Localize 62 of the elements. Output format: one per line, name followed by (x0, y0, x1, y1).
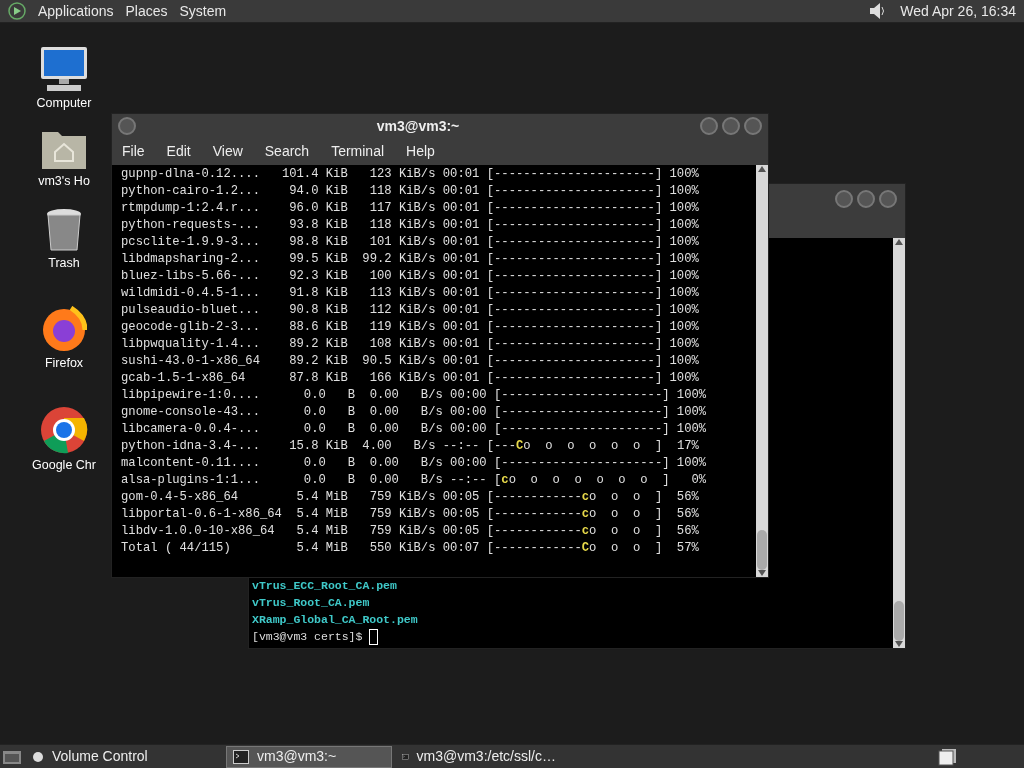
terminal-line: geocode-glib-2-3... 88.6 KiB 119 KiB/s 00:01 [----------------------] 100% (121, 319, 700, 336)
desktop-icon-label[interactable]: Firefox (44, 354, 84, 373)
terminal-line: malcontent-0.11.... 0.0 B 0.00 B/s 00:00 [----------------------] 100% (121, 455, 708, 472)
window-controls-icon[interactable] (698, 117, 764, 135)
scrollbar-thumb[interactable] (757, 530, 767, 570)
desktop-icon-label[interactable]: vm3's Ho (38, 172, 90, 191)
desktop-icon-label[interactable]: Computer (36, 94, 92, 113)
menu-item[interactable]: Search (264, 141, 310, 162)
scrollbar[interactable] (756, 165, 768, 577)
panel-menu[interactable]: Places (125, 0, 168, 22)
trash-icon (45, 208, 83, 252)
file-name: XRamp_Global_CA_Root.pem (252, 612, 419, 628)
terminal-line: gupnp-dlna-0.12.... 101.4 KiB 123 KiB/s 00:01 [----------------------] 100% (121, 166, 700, 183)
taskbar-button[interactable]: vm3@vm3:/etc/ssl/c… (396, 745, 562, 768)
terminal-line: libportal-0.6-1-x86_64 5.4 MiB 759 KiB/s 00:05 [------------co o o ] 56% (121, 506, 700, 523)
menu-item[interactable]: View (212, 141, 243, 162)
cursor (369, 628, 379, 645)
terminal-line: libpwquality-1.4... 89.2 KiB 108 KiB/s 00:01 [----------------------] 100% (121, 336, 700, 353)
menu-item[interactable]: Terminal (331, 141, 385, 162)
terminal-line: Total ( 44/115) 5.4 MiB 550 KiB/s 00:07 [------------Co o o ] 57% (121, 540, 700, 557)
terminal-line: libdv-1.0.0-10-x86_64 5.4 MiB 759 KiB/s 00:05 [------------co o o ] 56% (121, 523, 700, 540)
terminal-line: python-idna-3.4-... 15.8 KiB 4.00 B/s --:-- [---Co o o o o o ] 17% (121, 438, 700, 455)
desktop-icon-label[interactable]: Google Chr (32, 456, 96, 475)
file-name: vTrus_ECC_Root_CA.pem (252, 578, 398, 594)
taskbar-button[interactable]: vm3@vm3:~ (226, 745, 392, 768)
terminal-line: sushi-43.0-1-x86_64 89.2 KiB 90.5 KiB/s 00:01 [----------------------] 100% (121, 353, 700, 370)
computer-icon (39, 46, 89, 92)
terminal-line: python-cairo-1.2... 94.0 KiB 118 KiB/s 00:01 [----------------------] 100% (121, 183, 700, 200)
clock[interactable]: Wed Apr 26, 16:34 (900, 0, 1016, 22)
terminal-line: gcab-1.5-1-x86_64 87.8 KiB 166 KiB/s 00:01 [----------------------] 100% (121, 370, 700, 387)
terminal-line: alsa-plugins-1:1... 0.0 B 0.00 B/s --:-- [co o o o o o o ] 0% (121, 472, 708, 489)
window-title: vm3@vm3:~ (375, 116, 461, 136)
terminal-line: bluez-libs-5.66-... 92.3 KiB 100 KiB/s 00:01 [----------------------] 100% (121, 268, 700, 285)
taskbar-button[interactable]: Volume Control (26, 745, 222, 768)
firefox-icon (41, 306, 87, 352)
workspace-icon[interactable] (938, 747, 958, 766)
terminal-line: pulseaudio-bluet... 90.8 KiB 112 KiB/s 00:01 [----------------------] 100% (121, 302, 700, 319)
file-name: vTrus_Root_CA.pem (252, 595, 371, 611)
terminal-line: gnome-console-43... 0.0 B 0.00 B/s 00:00 [----------------------] 100% (121, 404, 708, 421)
menu-item[interactable]: Help (406, 141, 435, 162)
terminal-line: rtmpdump-1:2.4.r... 96.0 KiB 117 KiB/s 00:01 [----------------------] 100% (121, 200, 700, 217)
window-controls-icon[interactable] (833, 190, 899, 208)
terminal-line: libpipewire-1:0.... 0.0 B 0.00 B/s 00:00 [----------------------] 100% (121, 387, 708, 404)
chrome-icon (40, 406, 88, 454)
panel-menu[interactable]: System (179, 0, 227, 22)
scroll-up-icon[interactable] (895, 239, 903, 245)
menu-item[interactable]: Edit (166, 141, 191, 162)
shell-prompt: [vm3@vm3 certs]$ (252, 629, 364, 645)
menu-item[interactable]: File (122, 141, 145, 162)
terminal-line: wildmidi-0.4.5-1... 91.8 KiB 113 KiB/s 00:01 [----------------------] 100% (121, 285, 700, 302)
terminal-icon (233, 749, 249, 764)
terminal-line: pcsclite-1.9.9-3... 98.8 KiB 101 KiB/s 00:01 [----------------------] 100% (121, 234, 700, 251)
desktop-icon-label[interactable]: Trash (48, 254, 80, 273)
scrollbar-thumb[interactable] (894, 601, 904, 641)
panel-menu[interactable]: Applications (38, 0, 114, 22)
terminal-line: libdmapsharing-2... 99.5 KiB 99.2 KiB/s 00:01 [----------------------] 100% (121, 251, 700, 268)
terminal-line: python-requests-... 93.8 KiB 118 KiB/s 00:01 [----------------------] 100% (121, 217, 700, 234)
terminal-line: gom-0.4-5-x86_64 5.4 MiB 759 KiB/s 00:05 [------------co o o ] 56% (121, 489, 700, 506)
terminal-line: libcamera-0.0.4-... 0.0 B 0.00 B/s 00:00 [----------------------] 100% (121, 421, 708, 438)
window-controls-icon[interactable] (116, 117, 138, 135)
panel-logo-icon[interactable] (8, 2, 26, 20)
scrollbar[interactable] (893, 238, 905, 648)
